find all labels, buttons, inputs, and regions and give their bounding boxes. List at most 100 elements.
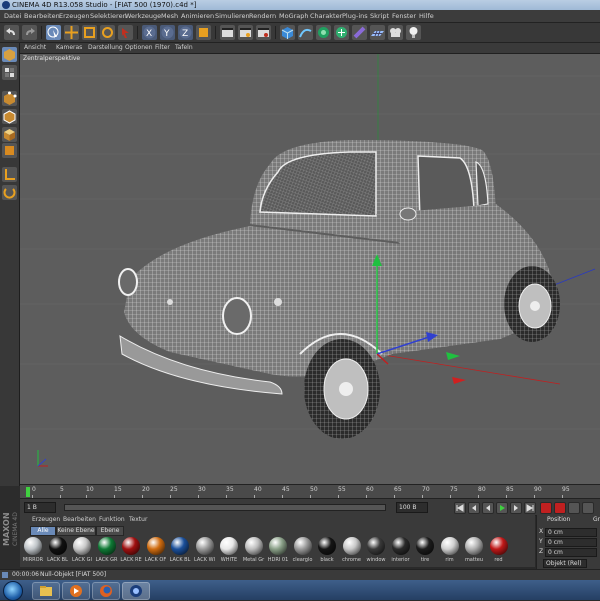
rotate-icon[interactable] — [100, 25, 115, 40]
redo-icon[interactable] — [22, 25, 37, 40]
view-menu-tafeln[interactable]: Tafeln — [175, 43, 193, 53]
menu-mograph[interactable]: MoGraph — [279, 10, 309, 22]
array-icon[interactable] — [334, 25, 349, 40]
tab-alle[interactable]: Alle — [30, 526, 56, 536]
floor-icon[interactable] — [370, 25, 385, 40]
menu-erzeugen[interactable]: Erzeugen — [59, 10, 90, 22]
material-swatch[interactable]: tire — [414, 536, 436, 566]
material-swatch[interactable]: LACK OF — [145, 536, 167, 566]
material-swatch[interactable]: chrome — [341, 536, 363, 566]
spline-pen-icon[interactable] — [298, 25, 313, 40]
position-key-icon[interactable] — [582, 502, 594, 514]
position-x-field[interactable]: 0 cm — [545, 528, 597, 537]
menu-selektieren[interactable]: Selektieren — [90, 10, 127, 22]
axis-mode-icon[interactable] — [2, 143, 17, 158]
menu-plugins[interactable]: Plug-ins — [342, 10, 368, 22]
goto-end-icon[interactable] — [524, 502, 536, 514]
polygons-mode-icon[interactable] — [2, 127, 17, 142]
mat-menu-erzeugen[interactable]: Erzeugen — [32, 515, 60, 524]
render-view-icon[interactable] — [220, 25, 235, 40]
undo-icon[interactable] — [4, 25, 19, 40]
start-frame-field[interactable]: 1 B — [24, 502, 56, 513]
material-swatch[interactable]: matteu — [463, 536, 485, 566]
goto-start-icon[interactable] — [454, 502, 466, 514]
material-swatch[interactable]: interior — [390, 536, 412, 566]
cube-icon[interactable] — [280, 25, 295, 40]
menu-hilfe[interactable]: Hilfe — [419, 10, 434, 22]
next-frame-icon[interactable] — [510, 502, 522, 514]
model-mode-icon[interactable] — [2, 47, 17, 62]
material-swatch[interactable]: WHITE — [218, 536, 240, 566]
material-swatch[interactable]: LACK GI — [71, 536, 93, 566]
car-wireframe[interactable] — [118, 140, 560, 439]
coord-mode-dropdown[interactable]: Objekt (Rel) — [543, 559, 587, 568]
view-menu-ansicht[interactable]: Ansicht — [24, 43, 46, 53]
end-frame-field[interactable]: 100 B — [396, 502, 428, 513]
menu-bearbeiten[interactable]: Bearbeiten — [24, 10, 60, 22]
material-swatch[interactable]: Metal Gr — [243, 536, 265, 566]
material-swatch[interactable]: black — [316, 536, 338, 566]
explorer-task-icon[interactable] — [32, 582, 60, 600]
material-swatch[interactable]: rim — [439, 536, 461, 566]
texture-mode-icon[interactable] — [2, 65, 17, 80]
menu-skript[interactable]: Skript — [370, 10, 389, 22]
view-menu-darstellung[interactable]: Darstellung — [88, 43, 123, 53]
menu-fenster[interactable]: Fenster — [392, 10, 416, 22]
view-menu-optionen[interactable]: Optionen — [125, 43, 153, 53]
material-swatch[interactable]: red — [488, 536, 510, 566]
light-icon[interactable] — [406, 25, 421, 40]
viewport[interactable] — [20, 54, 600, 484]
material-swatch[interactable]: MIRROR — [22, 536, 44, 566]
tab-keine-ebene[interactable]: Keine Ebene — [56, 526, 96, 536]
material-swatch[interactable]: LACK BL — [47, 536, 69, 566]
frame-range-slider[interactable] — [64, 504, 386, 511]
workplane-icon[interactable] — [2, 167, 17, 182]
menu-charakter[interactable]: Charakter — [310, 10, 342, 22]
prev-frame-icon[interactable] — [482, 502, 494, 514]
tab-ebene[interactable]: Ebene — [96, 526, 124, 536]
menu-datei[interactable]: Datei — [4, 10, 21, 22]
render-settings-icon[interactable] — [256, 25, 271, 40]
start-button[interactable] — [3, 581, 23, 601]
material-swatch[interactable]: LACK WI — [194, 536, 216, 566]
subdivision-icon[interactable] — [316, 25, 331, 40]
auto-key-icon[interactable] — [554, 502, 566, 514]
scale-icon[interactable] — [82, 25, 97, 40]
key-selection-icon[interactable] — [568, 502, 580, 514]
y-axis-icon[interactable]: Y — [160, 25, 175, 40]
material-swatch[interactable]: LACK RE — [120, 536, 142, 566]
mat-menu-textur[interactable]: Textur — [129, 515, 147, 524]
material-swatch[interactable]: LACK BL — [169, 536, 191, 566]
mat-menu-funktion[interactable]: Funktion — [99, 515, 125, 524]
points-mode-icon[interactable] — [2, 91, 17, 106]
play-icon[interactable] — [496, 502, 508, 514]
material-swatch[interactable]: window — [365, 536, 387, 566]
view-menu-kameras[interactable]: Kameras — [56, 43, 82, 53]
edges-mode-icon[interactable] — [2, 109, 17, 124]
record-key-icon[interactable] — [540, 502, 552, 514]
camera-icon[interactable] — [388, 25, 403, 40]
material-swatch[interactable]: LACK GR — [96, 536, 118, 566]
menu-simulieren[interactable]: Simulieren — [215, 10, 250, 22]
menu-rendern[interactable]: Rendern — [249, 10, 276, 22]
x-axis-icon[interactable]: X — [142, 25, 157, 40]
view-menu-filter[interactable]: Filter — [155, 43, 170, 53]
deformer-icon[interactable] — [352, 25, 367, 40]
position-z-field[interactable]: 0 cm — [545, 548, 597, 557]
media-player-task-icon[interactable] — [62, 582, 90, 600]
live-select-icon[interactable] — [46, 25, 61, 40]
prev-key-icon[interactable] — [468, 502, 480, 514]
snap-icon[interactable] — [2, 185, 17, 200]
cursor-icon[interactable] — [118, 25, 133, 40]
current-frame-marker[interactable] — [26, 487, 30, 497]
move-icon[interactable] — [64, 25, 79, 40]
menu-animieren[interactable]: Animieren — [181, 10, 214, 22]
mat-menu-bearbeiten[interactable]: Bearbeiten — [63, 515, 96, 524]
timeline-ruler[interactable]: 0 5 10 15 20 25 30 35 40 45 50 55 60 65 … — [20, 484, 600, 499]
menu-werkzeuge[interactable]: Werkzeuge — [125, 10, 161, 22]
cinema4d-task-icon[interactable] — [122, 582, 150, 600]
position-y-field[interactable]: 0 cm — [545, 538, 597, 547]
world-coord-icon[interactable] — [196, 25, 211, 40]
render-picture-viewer-icon[interactable] — [238, 25, 253, 40]
material-swatch[interactable]: HDRI 01 — [267, 536, 289, 566]
